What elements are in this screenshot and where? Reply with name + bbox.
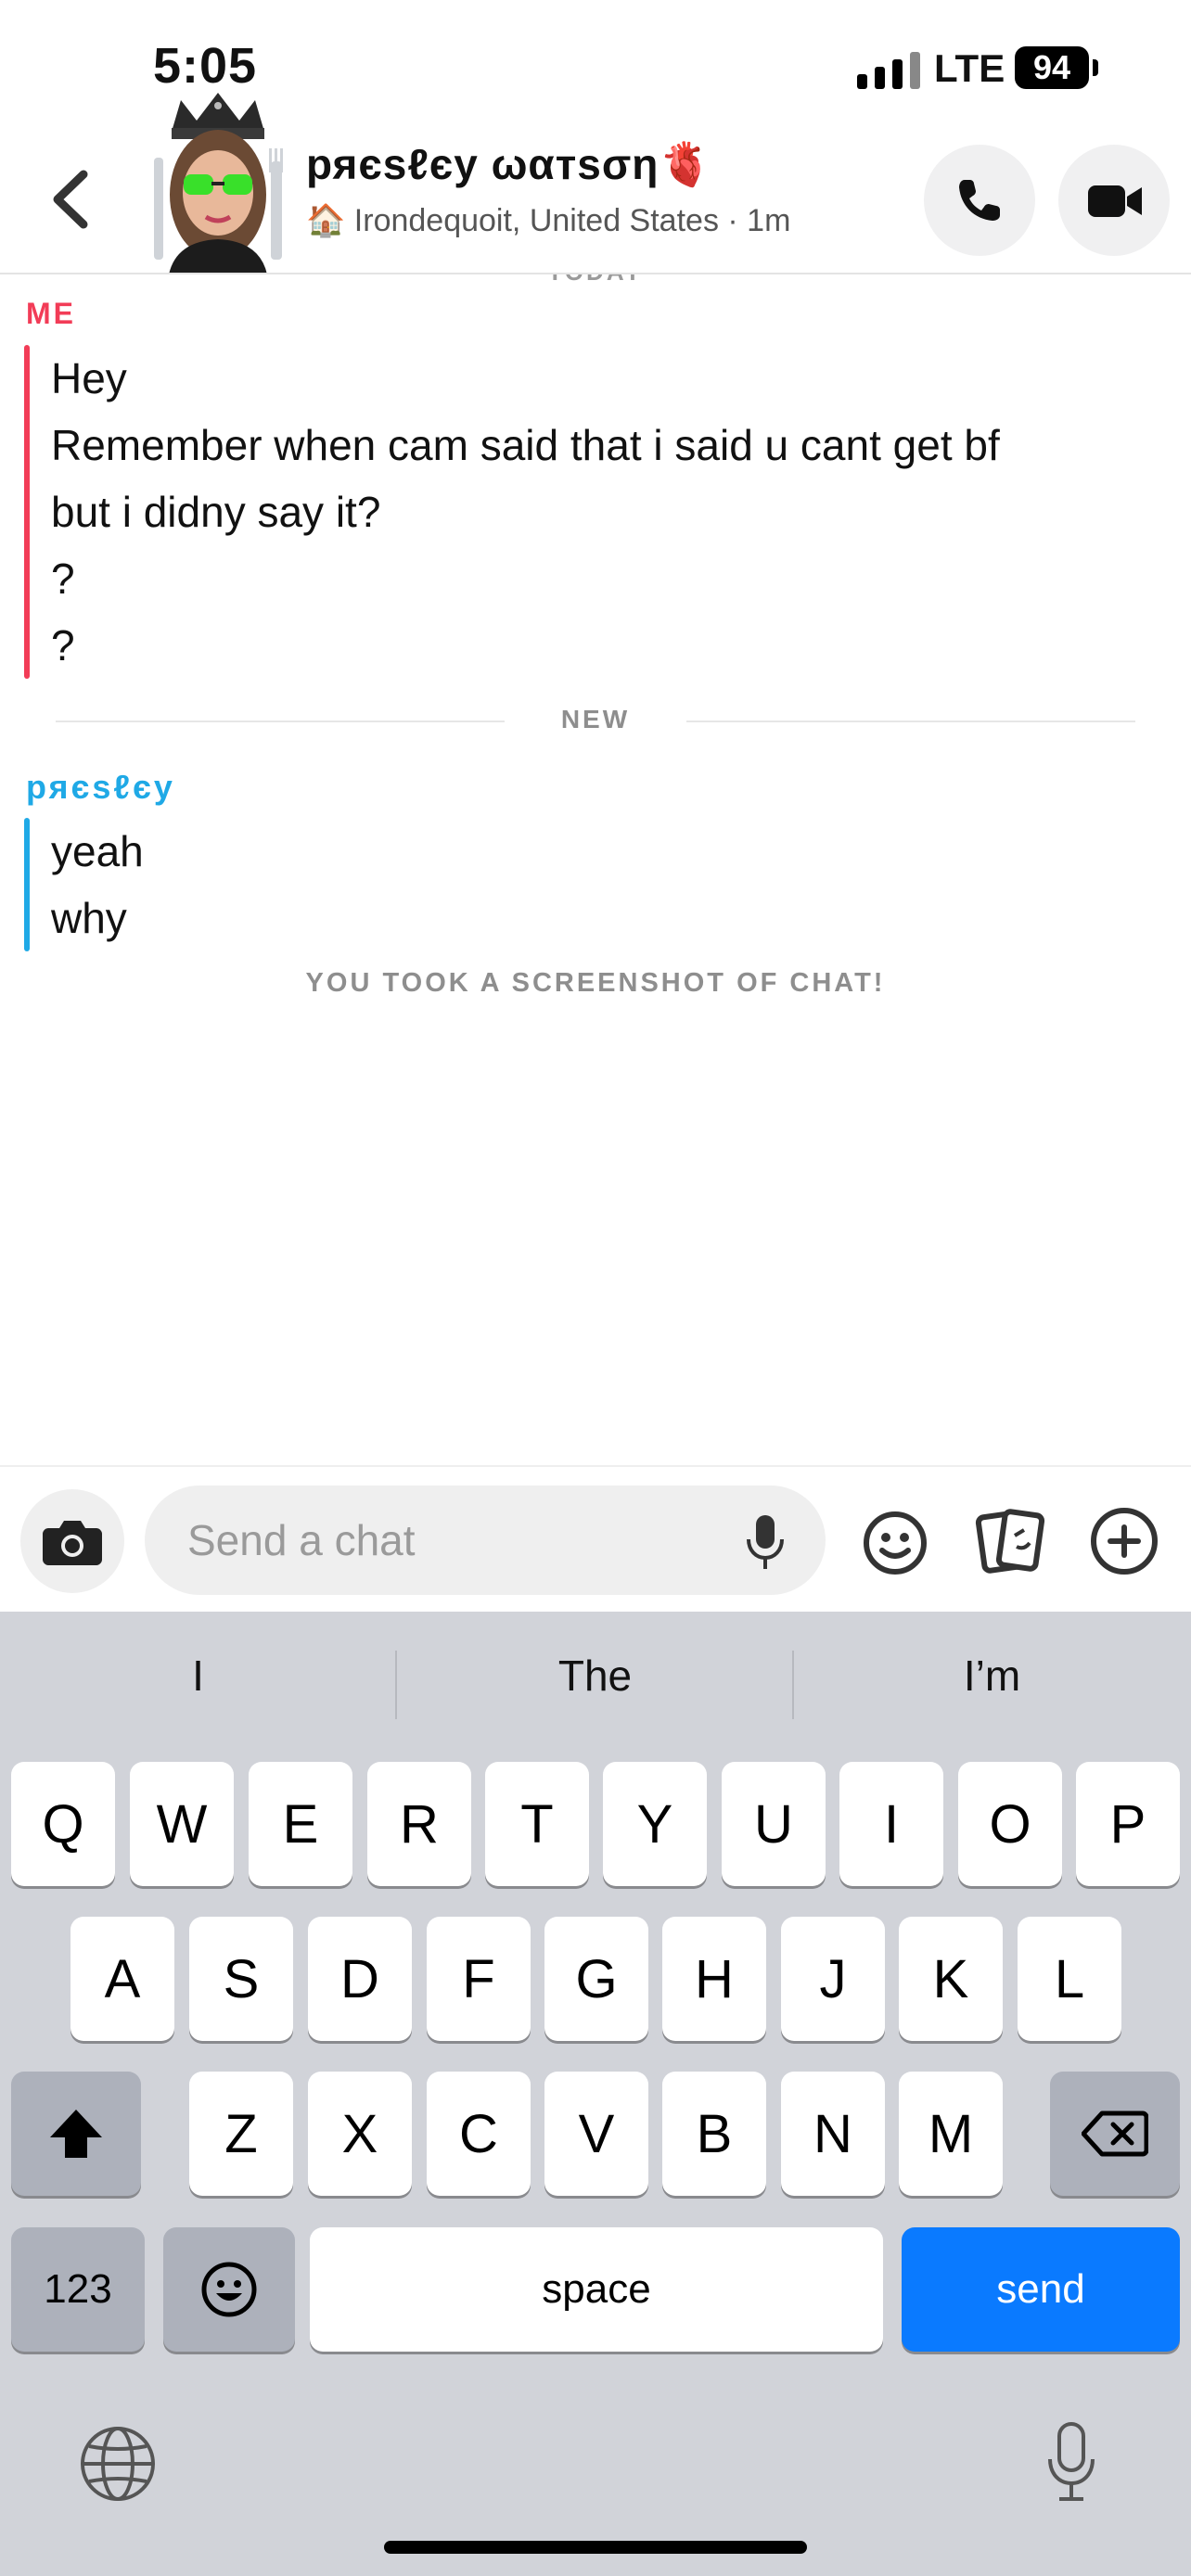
key-s[interactable]: S [189, 1917, 293, 2041]
backspace-key[interactable] [1050, 2072, 1180, 2196]
key-g[interactable]: G [544, 1917, 648, 2041]
key-i[interactable]: I [839, 1762, 943, 1886]
key-o[interactable]: O [958, 1762, 1062, 1886]
chat-message[interactable]: ? [51, 612, 75, 679]
composer-divider [0, 1465, 1191, 1467]
message-bar-presley [24, 818, 30, 951]
chat-message[interactable]: but i didny say it? [51, 478, 380, 545]
plus-circle-icon [1091, 1508, 1158, 1575]
numbers-key[interactable]: 123 [11, 2227, 145, 2352]
key-c[interactable]: C [427, 2072, 531, 2196]
key-y[interactable]: Y [603, 1762, 707, 1886]
new-messages-label: NEW [560, 705, 631, 733]
microphone-icon [747, 1515, 784, 1569]
key-v[interactable]: V [544, 2072, 648, 2196]
key-f[interactable]: F [427, 1917, 531, 2041]
key-d[interactable]: D [308, 1917, 412, 2041]
chat-message[interactable]: Remember when cam said that i said u can… [51, 412, 1000, 478]
key-l[interactable]: L [1018, 1917, 1121, 2041]
cards-button[interactable] [972, 1502, 1046, 1582]
emoji-icon [201, 2262, 257, 2317]
contact-location: 🏠 Irondequoit, United States · 1m [306, 202, 790, 239]
phone-icon [959, 180, 1000, 221]
cards-icon [975, 1509, 1045, 1574]
key-e[interactable]: E [249, 1762, 352, 1886]
status-time: 5:05 [153, 38, 258, 94]
location-text: Irondequoit, United States · 1m [353, 203, 791, 238]
shift-key[interactable] [11, 2072, 141, 2196]
new-divider-right [686, 721, 1135, 722]
home-indicator[interactable] [384, 2541, 807, 2554]
key-q[interactable]: Q [11, 1762, 115, 1886]
avatar[interactable] [148, 93, 288, 274]
camera-icon [43, 1521, 102, 1565]
chat-message[interactable]: yeah [51, 818, 144, 885]
dictation-button[interactable] [1044, 2420, 1098, 2504]
camera-button[interactable] [20, 1489, 124, 1593]
chat-message[interactable]: ? [51, 545, 75, 612]
header-divider [0, 273, 1191, 274]
globe-button[interactable] [78, 2424, 158, 2504]
key-r[interactable]: R [367, 1762, 471, 1886]
key-x[interactable]: X [308, 2072, 412, 2196]
microphone-icon [1048, 2422, 1095, 2501]
suggestion-3[interactable]: I’m [794, 1651, 1190, 1701]
key-k[interactable]: K [899, 1917, 1003, 2041]
message-bar-me [24, 345, 30, 679]
sender-label-me: ME [26, 297, 76, 330]
key-m[interactable]: M [899, 2072, 1003, 2196]
key-h[interactable]: H [662, 1917, 766, 2041]
key-b[interactable]: B [662, 2072, 766, 2196]
network-type: LTE [934, 46, 1005, 90]
smiley-face-icon [864, 1511, 927, 1575]
video-camera-icon [1088, 185, 1142, 217]
key-u[interactable]: U [722, 1762, 826, 1886]
emoji-key[interactable] [163, 2227, 295, 2352]
sticker-button[interactable] [858, 1506, 932, 1580]
sender-label-presley: ряєsℓєy [26, 768, 175, 806]
chat-input[interactable] [145, 1486, 826, 1595]
space-key[interactable]: space [310, 2227, 883, 2352]
key-a[interactable]: A [70, 1917, 174, 2041]
backspace-icon [1082, 2111, 1148, 2157]
new-divider-left [56, 721, 505, 722]
key-z[interactable]: Z [189, 2072, 293, 2196]
key-p[interactable]: P [1076, 1762, 1180, 1886]
house-icon: 🏠 [306, 203, 346, 238]
back-button[interactable] [48, 167, 95, 232]
video-call-button[interactable] [1058, 145, 1170, 256]
key-w[interactable]: W [130, 1762, 234, 1886]
screenshot-notice: YOU TOOK A SCREENSHOT OF CHAT! [305, 968, 886, 998]
voice-note-button[interactable] [742, 1511, 788, 1573]
suggestion-1[interactable]: I [0, 1651, 396, 1701]
battery-tip [1093, 59, 1098, 76]
shift-arrow-icon [50, 2110, 102, 2158]
voice-call-button[interactable] [924, 145, 1035, 256]
suggestion-2[interactable]: The [397, 1651, 793, 1701]
contact-name[interactable]: ряєsℓєy ωαтsση🫀 [306, 139, 713, 190]
chat-message[interactable]: Hey [51, 345, 127, 412]
chat-message[interactable]: why [51, 885, 127, 951]
send-key[interactable]: send [902, 2227, 1180, 2352]
key-t[interactable]: T [485, 1762, 589, 1886]
battery-level: 94 [1032, 48, 1071, 86]
globe-icon [81, 2427, 155, 2501]
key-j[interactable]: J [781, 1917, 885, 2041]
key-n[interactable]: N [781, 2072, 885, 2196]
chevron-left-icon [53, 170, 88, 229]
more-actions-button[interactable] [1085, 1502, 1163, 1580]
signal-strength-icon [857, 48, 920, 89]
battery-icon: 94 [1015, 46, 1089, 89]
